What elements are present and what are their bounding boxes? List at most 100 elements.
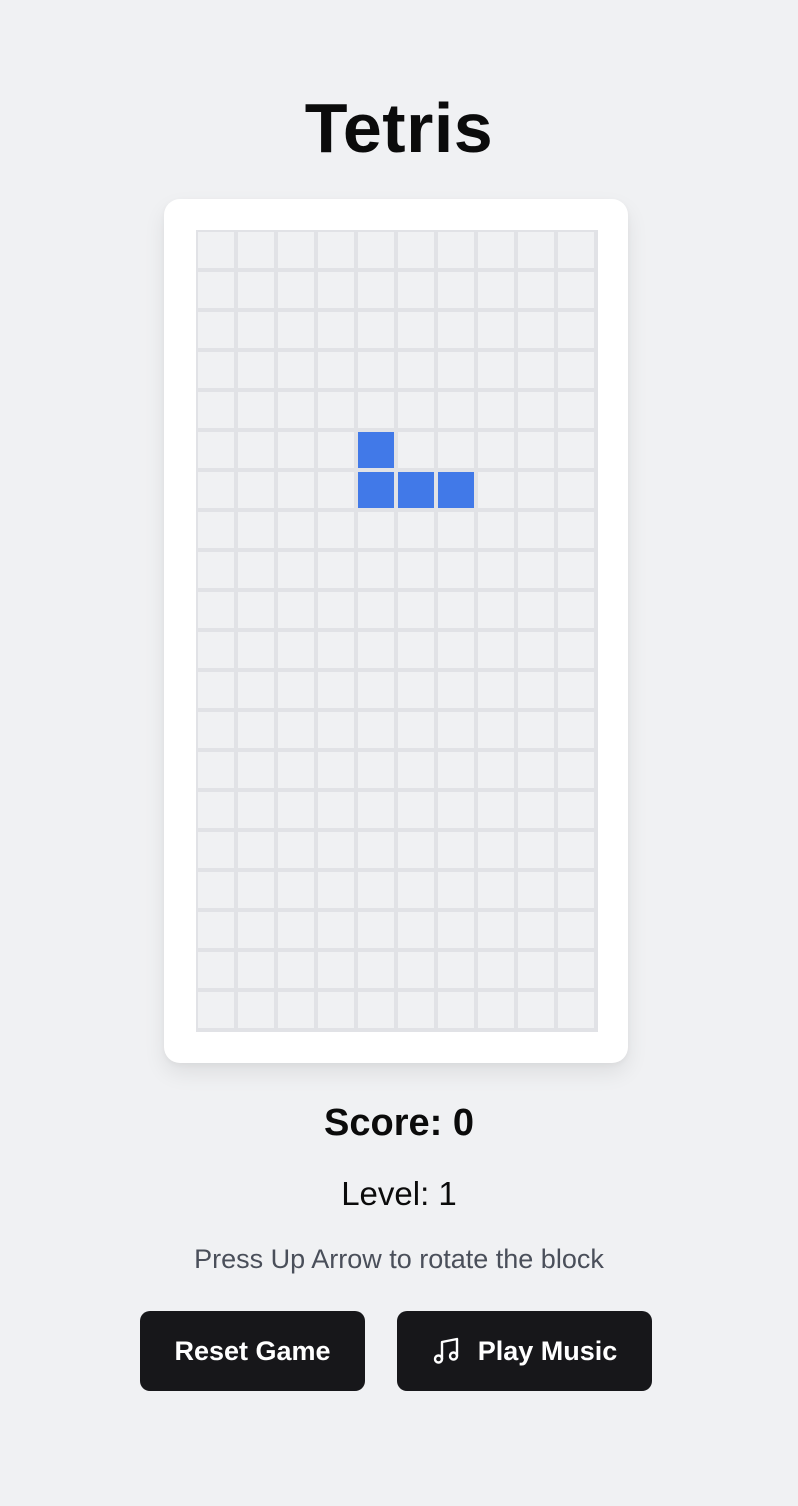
board-cell <box>198 232 234 268</box>
game-grid[interactable] <box>196 230 598 1032</box>
board-cell <box>438 392 474 428</box>
board-cell <box>198 832 234 868</box>
board-cell <box>318 632 354 668</box>
board-cell <box>358 672 394 708</box>
board-cell <box>318 232 354 268</box>
board-cell <box>438 352 474 388</box>
board-cell <box>238 752 274 788</box>
board-cell <box>438 832 474 868</box>
rotate-hint: Press Up Arrow to rotate the block <box>194 1244 604 1274</box>
board-cell <box>238 912 274 948</box>
board-cell <box>358 552 394 588</box>
board-cell <box>358 992 394 1028</box>
board-cell <box>278 392 314 428</box>
board-cell <box>318 352 354 388</box>
board-cell <box>318 312 354 348</box>
board-cell <box>278 792 314 828</box>
board-cell <box>318 392 354 428</box>
board-cell <box>238 992 274 1028</box>
board-cell <box>398 992 434 1028</box>
board-cell <box>318 472 354 508</box>
board-cell <box>198 952 234 988</box>
board-cell <box>398 792 434 828</box>
board-cell <box>558 912 594 948</box>
board-cell <box>558 352 594 388</box>
board-cell <box>198 512 234 548</box>
board-cell <box>398 752 434 788</box>
board-cell <box>198 552 234 588</box>
board-cell <box>558 672 594 708</box>
board-cell <box>518 472 554 508</box>
board-cell <box>318 592 354 628</box>
board-cell <box>558 872 594 908</box>
board-cell <box>478 952 514 988</box>
board-cell <box>198 792 234 828</box>
board-cell <box>438 752 474 788</box>
board-cell <box>398 392 434 428</box>
board-cell <box>438 232 474 268</box>
board-cell <box>358 712 394 748</box>
board-cell <box>278 432 314 468</box>
board-cell <box>438 592 474 628</box>
board-cell <box>238 552 274 588</box>
board-cell <box>238 232 274 268</box>
board-cell <box>398 832 434 868</box>
board-cell <box>518 312 554 348</box>
reset-game-label: Reset Game <box>174 1335 331 1366</box>
board-cell <box>478 352 514 388</box>
score-display: Score: 0 <box>324 1102 474 1144</box>
board-cell <box>318 832 354 868</box>
board-cell <box>198 872 234 908</box>
reset-game-button[interactable]: Reset Game <box>140 1311 365 1391</box>
board-cell <box>198 352 234 388</box>
board-cell <box>478 432 514 468</box>
board-cell <box>358 632 394 668</box>
board-cell <box>238 432 274 468</box>
board-cell <box>238 272 274 308</box>
board-cell <box>358 912 394 948</box>
board-cell <box>558 552 594 588</box>
board-cell <box>278 712 314 748</box>
board-cell <box>318 992 354 1028</box>
board-cell <box>518 992 554 1028</box>
board-cell <box>478 592 514 628</box>
board-cell <box>398 872 434 908</box>
board-cell <box>478 632 514 668</box>
board-cell <box>318 432 354 468</box>
board-cell <box>238 472 274 508</box>
play-music-button[interactable]: Play Music <box>397 1311 652 1391</box>
board-cell <box>478 992 514 1028</box>
game-board-card <box>164 199 628 1063</box>
board-cell <box>318 752 354 788</box>
board-cell <box>198 312 234 348</box>
board-cell <box>278 232 314 268</box>
board-cell <box>198 632 234 668</box>
board-cell <box>238 672 274 708</box>
board-cell <box>478 312 514 348</box>
board-cell <box>478 272 514 308</box>
board-cell <box>518 512 554 548</box>
board-cell <box>438 672 474 708</box>
active-piece-cell <box>358 432 394 468</box>
board-cell <box>198 752 234 788</box>
board-cell <box>478 832 514 868</box>
board-cell <box>398 592 434 628</box>
active-piece-cell <box>438 472 474 508</box>
board-cell <box>238 392 274 428</box>
board-cell <box>558 712 594 748</box>
board-cell <box>518 632 554 668</box>
board-cell <box>358 952 394 988</box>
board-cell <box>558 432 594 468</box>
board-cell <box>278 632 314 668</box>
board-cell <box>358 872 394 908</box>
board-cell <box>478 872 514 908</box>
board-cell <box>318 912 354 948</box>
board-cell <box>438 512 474 548</box>
board-cell <box>278 352 314 388</box>
board-cell <box>198 272 234 308</box>
board-cell <box>478 672 514 708</box>
board-cell <box>518 392 554 428</box>
board-cell <box>478 512 514 548</box>
board-cell <box>478 232 514 268</box>
board-cell <box>278 752 314 788</box>
